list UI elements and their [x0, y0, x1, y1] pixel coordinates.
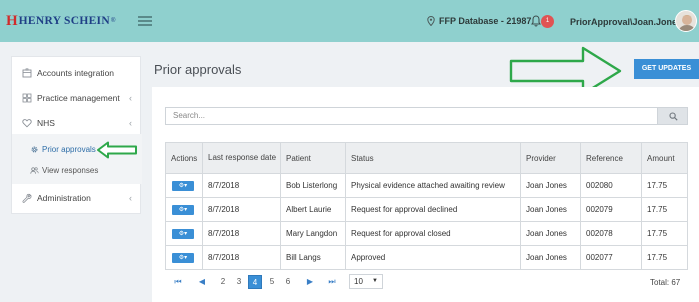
sidebar: Accounts integration Practice management…	[11, 56, 142, 214]
chevron-down-icon: ‹	[129, 118, 132, 128]
reference-cell: 002079	[580, 198, 641, 221]
grid-icon	[22, 93, 32, 103]
sidebar-subitem-label: View responses	[42, 165, 99, 175]
sidebar-subitem-label: Prior approvals	[42, 144, 96, 154]
sidebar-item-accounts-integration[interactable]: Accounts integration	[12, 64, 142, 82]
table-row[interactable]: ⚙▾ 8/7/2018 Mary Langdon Request for app…	[165, 222, 688, 246]
reference-cell: 002078	[580, 222, 641, 245]
database-label: FFP Database - 21987	[439, 16, 532, 26]
next-page-icon[interactable]: ▶	[303, 275, 317, 289]
user-avatar-icon	[678, 15, 696, 31]
provider-cell: Joan Jones	[520, 198, 580, 221]
sidebar-item-label: Accounts integration	[37, 68, 115, 78]
date-cell: 8/7/2018	[202, 198, 280, 221]
column-header-reference[interactable]: Reference	[580, 143, 641, 173]
chevron-left-icon: ‹	[129, 193, 132, 203]
amount-cell: 17.75	[641, 198, 687, 221]
wrench-icon	[22, 193, 32, 203]
column-header-actions[interactable]: Actions	[166, 143, 202, 173]
patient-cell: Bob Listerlong	[280, 174, 345, 197]
database-indicator[interactable]: FFP Database - 21987	[427, 16, 531, 26]
patient-cell: Mary Langdon	[280, 222, 345, 245]
sidebar-subitem-prior-approvals[interactable]: Prior approvals	[30, 142, 96, 156]
sidebar-item-practice-management[interactable]: Practice management ‹	[12, 89, 142, 107]
status-cell: Request for approval declined	[345, 198, 520, 221]
heart-icon	[22, 119, 32, 128]
search-input[interactable]: Search...	[165, 107, 657, 125]
column-header-patient[interactable]: Patient	[280, 143, 345, 173]
date-cell: 8/7/2018	[202, 174, 280, 197]
table-row[interactable]: ⚙▾ 8/7/2018 Bob Listerlong Physical evid…	[165, 174, 688, 198]
column-header-amount[interactable]: Amount	[641, 143, 688, 173]
provider-cell: Joan Jones	[520, 246, 580, 269]
page-button-active[interactable]: 4	[248, 275, 262, 289]
provider-cell: Joan Jones	[520, 174, 580, 197]
reference-cell: 002077	[580, 246, 641, 269]
sidebar-item-label: Practice management	[37, 93, 120, 103]
patient-cell: Bill Langs	[280, 246, 345, 269]
page-button[interactable]: 6	[281, 275, 295, 289]
menu-toggle-icon[interactable]	[138, 16, 152, 26]
caret-down-icon: ▼	[372, 278, 378, 284]
table-row[interactable]: ⚙▾ 8/7/2018 Albert Laurie Request for ap…	[165, 198, 688, 222]
sidebar-item-label: NHS	[37, 118, 55, 128]
henry-schein-logo[interactable]: H HENRY SCHEIN ®	[6, 12, 115, 30]
get-updates-button[interactable]: GET UPDATES	[634, 59, 699, 79]
actions-cell: ⚙▾	[166, 246, 202, 269]
first-page-icon[interactable]: ⏮	[171, 275, 185, 289]
total-count: Total: 67	[650, 278, 681, 287]
gear-icon	[31, 146, 38, 152]
actions-cell: ⚙▾	[166, 222, 202, 245]
date-cell: 8/7/2018	[202, 222, 280, 245]
top-bar: H HENRY SCHEIN ® FFP Database - 21987 1 …	[0, 0, 699, 42]
last-page-icon[interactable]: ⏭	[325, 275, 339, 289]
sidebar-item-administration[interactable]: Administration ‹	[12, 189, 142, 207]
patient-cell: Albert Laurie	[280, 198, 345, 221]
previous-page-icon[interactable]: ◀	[195, 275, 209, 289]
notification-badge[interactable]: 1	[541, 15, 554, 28]
column-header-status[interactable]: Status	[345, 143, 520, 173]
row-actions-dropdown-button[interactable]: ⚙▾	[172, 204, 194, 215]
page-size-value: 10	[354, 277, 363, 286]
search-button[interactable]	[657, 107, 688, 125]
status-cell: Physical evidence attached awaiting revi…	[345, 174, 520, 197]
status-cell: Request for approval closed	[345, 222, 520, 245]
page-size-select[interactable]: 10 ▼	[349, 274, 383, 289]
provider-cell: Joan Jones	[520, 222, 580, 245]
amount-cell: 17.75	[641, 246, 687, 269]
table-row[interactable]: ⚙▾ 8/7/2018 Bill Langs Approved Joan Jon…	[165, 246, 688, 270]
column-header-provider[interactable]: Provider	[520, 143, 580, 173]
page-button[interactable]: 5	[265, 275, 279, 289]
row-actions-dropdown-button[interactable]: ⚙▾	[172, 252, 194, 263]
table-header: Actions Last response date Patient Statu…	[165, 142, 688, 174]
page-title: Prior approvals	[154, 62, 242, 77]
sidebar-item-nhs[interactable]: NHS ‹	[12, 114, 142, 132]
location-pin-icon	[427, 16, 435, 26]
chevron-left-icon: ‹	[129, 93, 132, 103]
status-cell: Approved	[345, 246, 520, 269]
row-actions-dropdown-button[interactable]: ⚙▾	[172, 180, 194, 191]
logo-text: HENRY SCHEIN	[18, 15, 110, 27]
avatar[interactable]	[675, 10, 697, 32]
column-header-last-response-date[interactable]: Last response date	[202, 143, 280, 173]
date-cell: 8/7/2018	[202, 246, 280, 269]
logo-h-icon: H	[6, 12, 18, 29]
annotation-arrow-left-icon	[97, 141, 137, 159]
page-button[interactable]: 2	[216, 275, 230, 289]
amount-cell: 17.75	[641, 222, 687, 245]
sidebar-item-label: Administration	[37, 193, 91, 203]
actions-cell: ⚙▾	[166, 198, 202, 221]
row-actions-dropdown-button[interactable]: ⚙▾	[172, 228, 194, 239]
actions-cell: ⚙▾	[166, 174, 202, 197]
user-menu[interactable]: PriorApproval\Joan.Jones	[570, 17, 682, 27]
building-icon	[22, 68, 32, 78]
search-icon	[669, 112, 678, 121]
page-button[interactable]: 3	[232, 275, 246, 289]
amount-cell: 17.75	[641, 174, 687, 197]
logo-registered-mark: ®	[110, 18, 116, 24]
reference-cell: 002080	[580, 174, 641, 197]
sidebar-subitem-view-responses[interactable]: View responses	[30, 163, 98, 177]
users-icon	[30, 166, 39, 174]
